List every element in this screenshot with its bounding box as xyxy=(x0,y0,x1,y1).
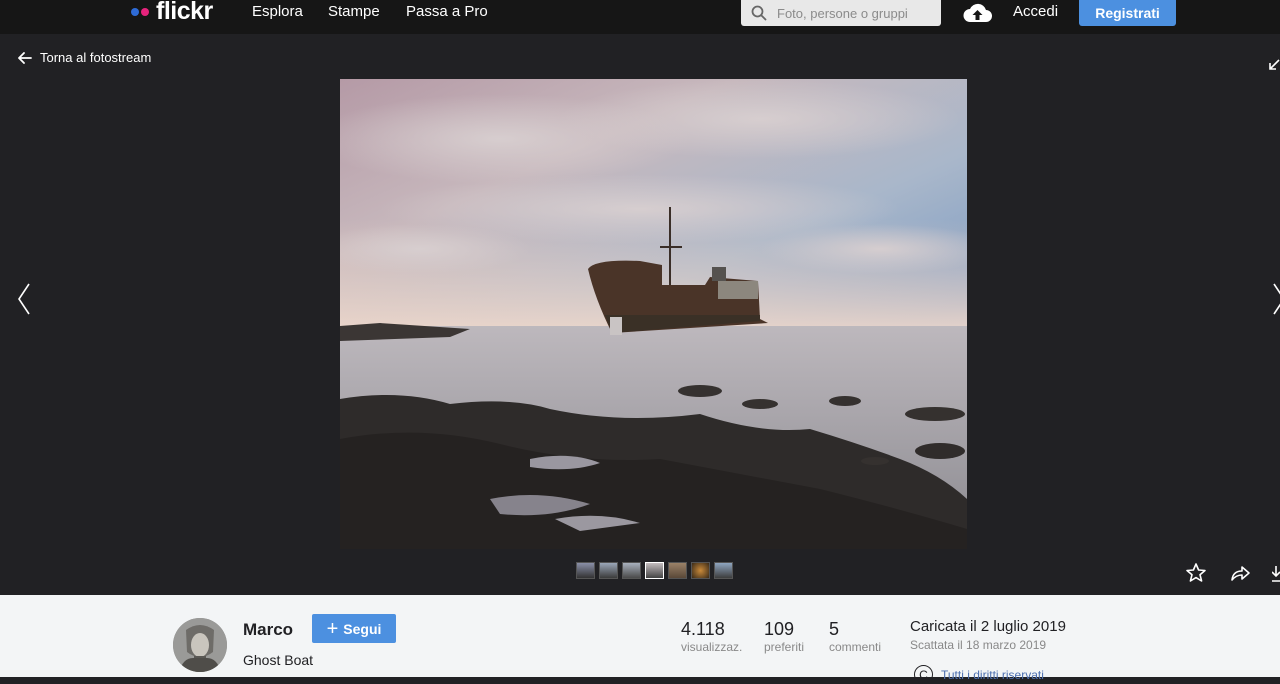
search-box[interactable] xyxy=(741,0,941,26)
comments-stat: 5 commenti xyxy=(829,619,881,654)
upload-cloud-icon[interactable] xyxy=(962,1,993,25)
comments-label: commenti xyxy=(829,640,882,654)
nav-esplora[interactable]: Esplora xyxy=(252,3,303,21)
shipwreck-photo-image xyxy=(340,79,967,549)
thumbnail[interactable] xyxy=(599,562,618,579)
star-favorite-icon[interactable] xyxy=(1185,562,1207,584)
collapse-icon[interactable] xyxy=(1268,59,1280,71)
main-photo[interactable] xyxy=(340,79,967,549)
logo-text: flickr xyxy=(156,0,213,25)
flickr-logo[interactable]: flickr xyxy=(131,0,213,24)
license-label: Tutti i diritti riservati xyxy=(941,667,1044,682)
signup-button[interactable]: Registrati xyxy=(1079,0,1176,26)
thumbnail[interactable] xyxy=(691,562,710,579)
photo-dates: Caricata il 2 luglio 2019 Scattata il 18… xyxy=(910,618,1066,652)
avatar-statue-image xyxy=(173,618,227,672)
nav-passa-a-pro[interactable]: Passa a Pro xyxy=(406,3,488,21)
views-label: visualizzaz. xyxy=(681,640,743,654)
owner-name[interactable]: Marco xyxy=(243,620,293,640)
views-count: 4.118 xyxy=(681,619,725,639)
search-icon xyxy=(751,5,767,21)
comments-count: 5 xyxy=(829,619,840,639)
license-info[interactable]: C Tutti i diritti riservati xyxy=(914,665,1044,684)
photo-title: Ghost Boat xyxy=(243,652,314,668)
faves-count: 109 xyxy=(764,619,795,639)
views-stat: 4.118 visualizzaz. xyxy=(681,619,742,654)
follow-label: Segui xyxy=(343,620,382,637)
photo-thumbnail-strip xyxy=(576,562,733,579)
upload-date: Caricata il 2 luglio 2019 xyxy=(910,618,1066,635)
copyright-icon: C xyxy=(914,665,933,684)
logo-pink-dot xyxy=(141,8,149,16)
owner-avatar[interactable] xyxy=(173,618,227,672)
search-input[interactable] xyxy=(777,5,927,21)
faves-label: preferiti xyxy=(764,640,805,654)
share-arrow-icon[interactable] xyxy=(1229,562,1251,584)
thumbnail[interactable] xyxy=(714,562,733,579)
next-photo-arrow-icon[interactable] xyxy=(1272,282,1280,316)
previous-photo-arrow-icon[interactable] xyxy=(16,282,32,316)
top-navbar: flickr Esplora Stampe Passa a Pro Accedi… xyxy=(0,0,1280,34)
back-label: Torna al fotostream xyxy=(40,50,152,65)
nav-stampe[interactable]: Stampe xyxy=(328,3,380,21)
download-icon[interactable] xyxy=(1272,562,1280,584)
login-link[interactable]: Accedi xyxy=(1013,3,1058,20)
arrow-left-icon xyxy=(18,51,32,64)
plus-icon: + xyxy=(326,617,339,640)
faves-stat: 109 preferiti xyxy=(764,619,804,654)
thumbnail[interactable] xyxy=(668,562,687,579)
follow-button[interactable]: + Segui xyxy=(312,614,396,643)
logo-blue-dot xyxy=(131,8,139,16)
taken-date: Scattata il 18 marzo 2019 xyxy=(910,638,1047,652)
back-to-photostream-link[interactable]: Torna al fotostream xyxy=(18,50,151,65)
thumbnail[interactable] xyxy=(622,562,641,579)
thumbnail[interactable] xyxy=(645,562,664,579)
thumbnail[interactable] xyxy=(576,562,595,579)
